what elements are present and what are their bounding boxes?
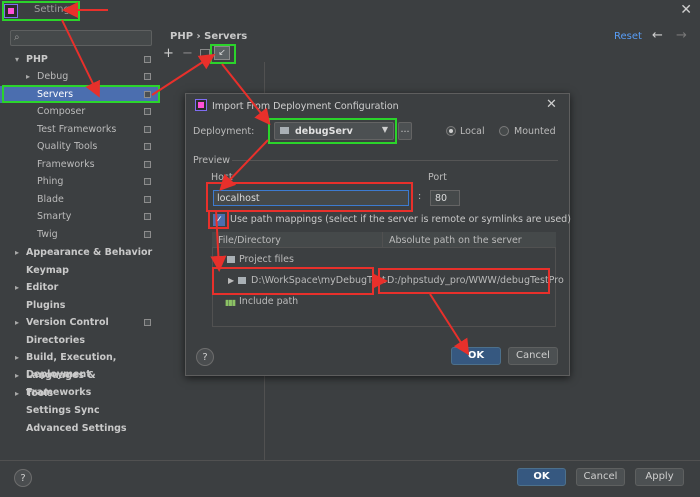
annotation-arrows xyxy=(61,2,470,356)
